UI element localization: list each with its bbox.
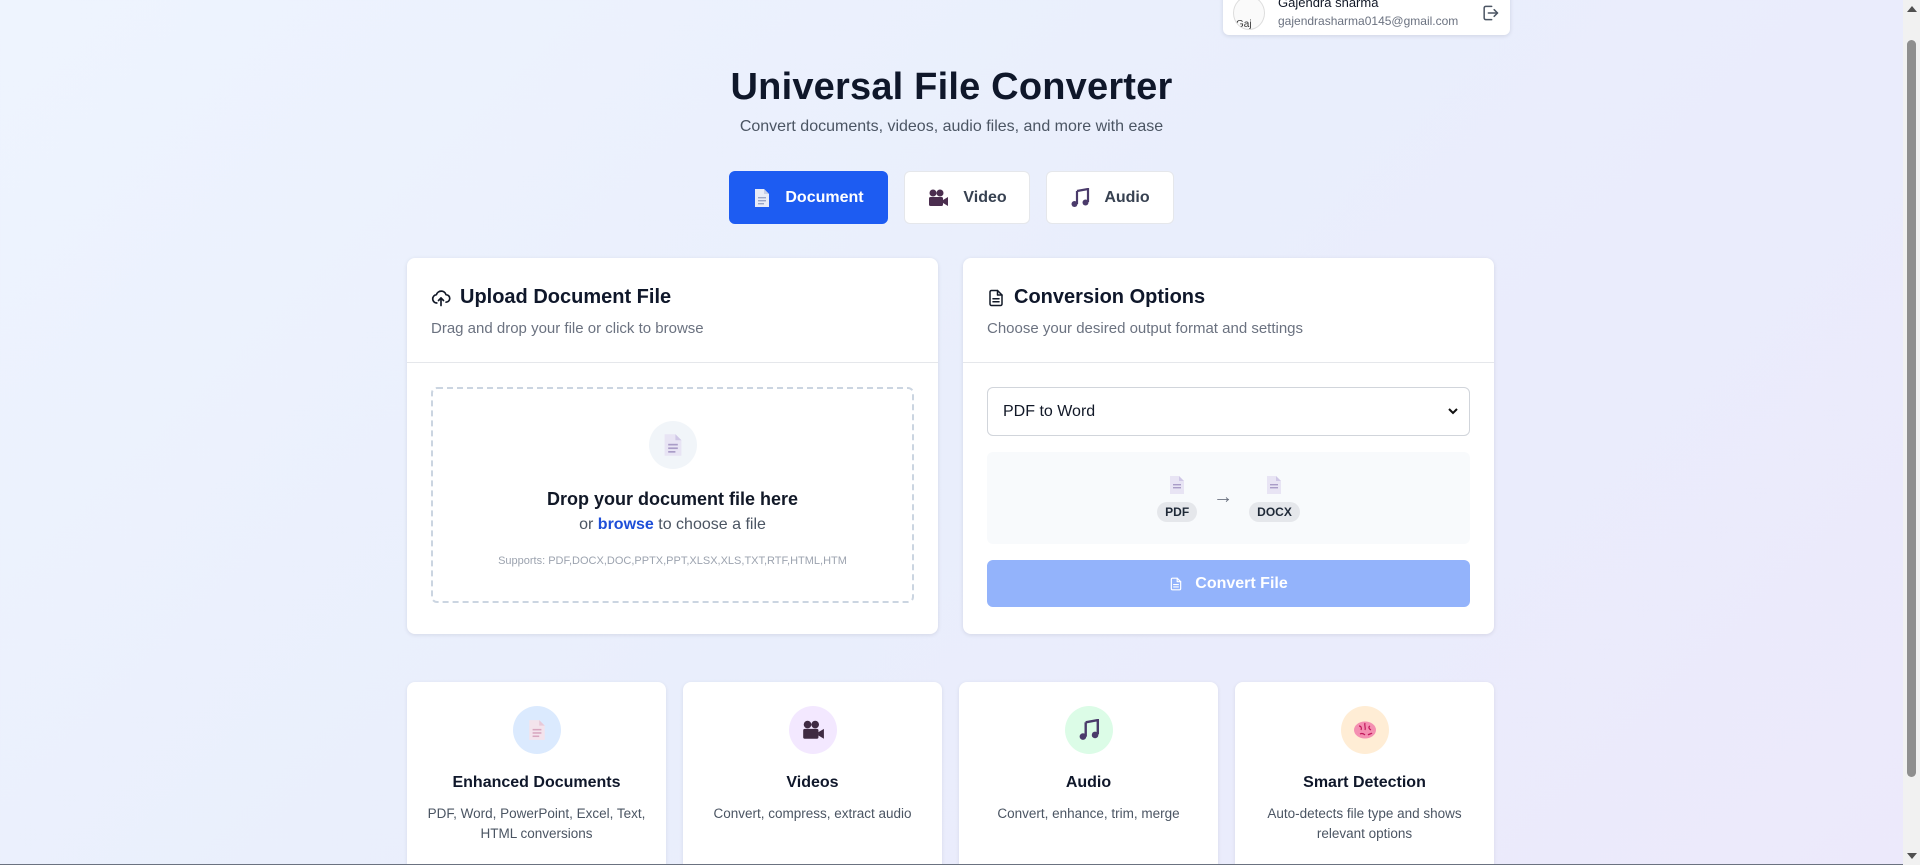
music-note-icon — [1071, 187, 1090, 207]
conversion-panel-title: Conversion Options — [1014, 286, 1206, 308]
target-format: DOCX — [1249, 474, 1300, 522]
upload-panel: Upload Document File Drag and drop your … — [407, 258, 938, 634]
source-format: PDF — [1157, 474, 1198, 522]
feature-card-documents: Enhanced Documents PDF, Word, PowerPoint… — [407, 682, 666, 865]
feature-card-audio: Audio Convert, enhance, trim, merge — [959, 682, 1218, 865]
logout-icon[interactable] — [1480, 3, 1500, 23]
page-subtitle: Convert documents, videos, audio files, … — [739, 118, 1164, 135]
avatar: Gaj — [1233, 0, 1265, 30]
feature-title: Smart Detection — [1303, 774, 1426, 791]
video-camera-icon — [802, 720, 824, 739]
file-dropzone[interactable]: Drop your document file here or browse t… — [431, 387, 914, 603]
dropzone-suffix: to choose a file — [658, 516, 766, 533]
convert-file-button[interactable]: Convert File — [987, 560, 1470, 607]
music-note-icon — [1079, 719, 1099, 740]
converter-tabs: Document Video Audio — [0, 171, 1903, 224]
feature-description: Convert, compress, extract audio — [713, 806, 912, 821]
document-icon — [1170, 476, 1185, 494]
supported-formats: Supports: PDF,DOCX,DOC,PPTX,PPT,XLSX,XLS… — [498, 555, 847, 567]
feature-title: Audio — [1065, 774, 1112, 791]
feature-description: Auto-detects file type and shows relevan… — [1267, 806, 1462, 841]
avatar-alt-text: Gaj — [1236, 18, 1252, 30]
document-icon — [528, 720, 545, 740]
document-icon — [1267, 476, 1282, 494]
conversion-type-value: PDF to Word — [1003, 402, 1096, 420]
browse-link[interactable]: browse — [598, 516, 654, 533]
upload-panel-description: Drag and drop your file or click to brow… — [431, 320, 704, 337]
feature-icon-wrap — [788, 706, 837, 754]
user-email: gajendrasharma0145@gmail.com — [1278, 13, 1459, 28]
conversion-panel: Conversion Options Choose your desired o… — [963, 258, 1494, 634]
arrow-right-icon: → — [1213, 485, 1234, 508]
vertical-scrollbar[interactable] — [1903, 0, 1920, 865]
feature-title: Videos — [786, 774, 839, 791]
document-icon — [755, 188, 770, 207]
file-text-icon — [1171, 577, 1182, 590]
brain-icon — [1353, 721, 1376, 739]
feature-icon-wrap — [1340, 706, 1389, 754]
user-card: Gaj Gajendra sharma gajendrasharma0145@g… — [1223, 0, 1510, 35]
chevron-down-icon — [1448, 408, 1458, 415]
feature-card-videos: Videos Convert, compress, extract audio — [683, 682, 942, 865]
dropzone-prefix: or — [579, 516, 594, 533]
dropzone-title: Drop your document file here — [546, 489, 799, 509]
conversion-panel-header: Conversion Options Choose your desired o… — [963, 258, 1494, 363]
document-icon — [664, 434, 681, 456]
tab-video[interactable]: Video — [904, 171, 1030, 224]
dropzone-icon-wrap — [648, 421, 697, 469]
source-format-badge: PDF — [1157, 502, 1198, 522]
feature-description: PDF, Word, PowerPoint, Excel, Text, HTML… — [427, 806, 646, 841]
scroll-up-arrow-icon[interactable] — [1907, 6, 1917, 12]
user-info: Gajendra sharma gajendrasharma0145@gmail… — [1278, 0, 1480, 28]
dropzone-subtitle: or browse to choose a file — [433, 516, 912, 534]
tab-audio[interactable]: Audio — [1046, 171, 1174, 224]
feature-description: Convert, enhance, trim, merge — [997, 806, 1180, 821]
scroll-down-arrow-icon[interactable] — [1907, 853, 1917, 859]
target-format-badge: DOCX — [1249, 502, 1300, 522]
tab-audio-label: Audio — [1104, 188, 1150, 206]
conversion-preview: PDF → DOCX — [987, 452, 1470, 544]
tab-video-label: Video — [963, 188, 1007, 206]
feature-title: Enhanced Documents — [452, 774, 621, 791]
convert-file-label: Convert File — [1195, 574, 1288, 592]
cloud-upload-icon — [431, 289, 451, 306]
conversion-panel-title-row: Conversion Options — [987, 286, 1470, 309]
file-text-icon — [989, 289, 1003, 306]
conversion-type-select[interactable]: PDF to Word — [987, 387, 1470, 436]
page-title: Universal File Converter — [730, 66, 1173, 108]
video-camera-icon — [929, 189, 949, 206]
tab-document-label: Document — [785, 188, 864, 206]
feature-icon-wrap — [1064, 706, 1113, 754]
scrollbar-thumb[interactable] — [1907, 40, 1916, 777]
conversion-panel-description: Choose your desired output format and se… — [987, 320, 1304, 337]
page: Gaj Gajendra sharma gajendrasharma0145@g… — [0, 0, 1903, 865]
upload-panel-header: Upload Document File Drag and drop your … — [407, 258, 938, 363]
upload-panel-title-row: Upload Document File — [431, 286, 914, 309]
feature-icon-wrap — [512, 706, 561, 754]
feature-card-smart-detection: Smart Detection Auto-detects file type a… — [1235, 682, 1494, 865]
user-name: Gajendra sharma — [1278, 0, 1379, 10]
upload-panel-title: Upload Document File — [460, 286, 672, 308]
tab-document[interactable]: Document — [729, 171, 888, 224]
